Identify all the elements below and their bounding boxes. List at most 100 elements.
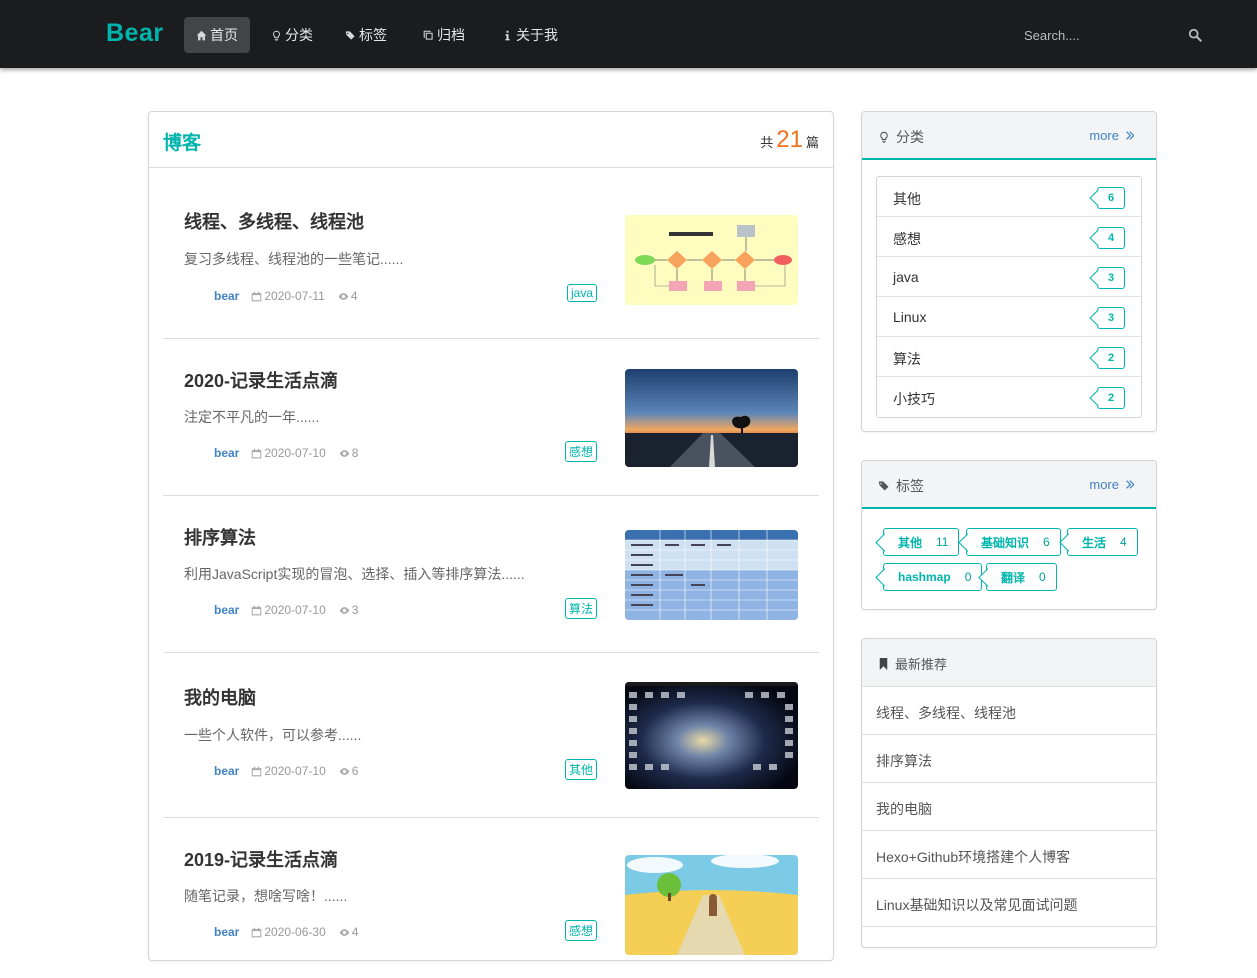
nav-home[interactable]: 首页	[184, 17, 250, 53]
tag-chip[interactable]: 其他 11	[883, 528, 960, 556]
post-item[interactable]: 线程、多线程、线程池 复习多线程、线程池的一些笔记...... bear 202…	[163, 168, 819, 339]
tag-name: 生活	[1082, 535, 1107, 550]
recommend-item[interactable]: Hexo+Github环境搭建个人博客	[862, 831, 1156, 879]
recommend-link[interactable]: Hexo+Github环境搭建个人博客	[876, 847, 1070, 867]
sorting-table-image	[625, 530, 798, 620]
recommend-item[interactable]: Linux基础知识以及常见面试问题	[862, 879, 1156, 927]
desktop-galaxy-image	[625, 682, 798, 789]
table-thumbnail[interactable]	[625, 530, 798, 620]
nav-archives[interactable]: 归档	[411, 17, 477, 53]
post-views-count: 4	[351, 925, 359, 939]
categories-header: 分类 more	[862, 112, 1156, 160]
category-list: 其他 6 感想 4 java 3 Linux 3 算法 2 小技巧 2	[876, 176, 1142, 418]
lightbulb-icon	[273, 30, 280, 41]
flowchart-image	[625, 215, 798, 305]
category-count: 4	[1097, 227, 1125, 249]
eye-icon	[339, 449, 350, 457]
cartoon-field-image	[625, 855, 798, 955]
category-count-text: 3	[1107, 312, 1115, 324]
post-author[interactable]: bear	[214, 603, 239, 617]
post-tag[interactable]: 感想	[564, 441, 597, 462]
more-label: more	[1089, 128, 1119, 143]
post-title[interactable]: 线程、多线程、线程池	[184, 208, 364, 234]
nav-tags[interactable]: 标签	[333, 17, 399, 53]
recommend-item[interactable]: 我的电脑	[862, 783, 1156, 831]
post-author[interactable]: bear	[214, 446, 239, 460]
post-tag[interactable]: java	[566, 284, 597, 302]
post-item[interactable]: 2019-记录生活点滴 随笔记录，想啥写啥！...... bear 2020-0…	[163, 818, 819, 978]
post-count: 共 21 篇	[760, 126, 819, 154]
nav-about-label: 关于我	[516, 27, 558, 43]
recommend-link[interactable]: Linux基础知识以及常见面试问题	[876, 895, 1077, 915]
post-views: 4	[339, 925, 359, 939]
category-name: 算法	[893, 351, 921, 367]
post-views-count: 4	[350, 289, 358, 303]
home-icon	[196, 30, 207, 40]
eye-icon	[339, 767, 350, 775]
category-item[interactable]: Linux 3	[877, 297, 1141, 337]
tag-chip[interactable]: 翻译 0	[986, 563, 1057, 591]
post-date: 2020-07-11	[251, 289, 325, 303]
clone-icon	[423, 30, 433, 40]
category-item[interactable]: 算法 2	[877, 337, 1141, 377]
double-chevron-right-icon	[1126, 480, 1134, 489]
post-author[interactable]: bear	[214, 289, 239, 303]
lightbulb-icon	[880, 131, 888, 143]
search-icon[interactable]	[1188, 28, 1202, 42]
categories-title-text: 分类	[896, 129, 924, 145]
recommend-header: 最新推荐	[862, 639, 1156, 687]
category-count-text: 4	[1107, 232, 1115, 244]
tags-more-link[interactable]: more	[1089, 477, 1134, 492]
tags-icon	[878, 481, 889, 491]
blog-list-card: 博客 共 21 篇 线程、多线程、线程池 复习多线程、线程池的一些笔记.....…	[148, 111, 834, 961]
category-count: 2	[1097, 347, 1125, 369]
post-title[interactable]: 2019-记录生活点滴	[184, 846, 338, 872]
category-item[interactable]: 其他 6	[877, 177, 1141, 217]
tag-chip[interactable]: hashmap 0	[883, 563, 983, 591]
post-title[interactable]: 2020-记录生活点滴	[184, 367, 338, 393]
tag-name: 翻译	[1001, 570, 1026, 585]
categories-title: 分类	[878, 127, 924, 147]
post-description: 注定不平凡的一年......	[184, 409, 320, 425]
post-tag[interactable]: 算法	[564, 598, 597, 619]
nav-about[interactable]: 关于我	[490, 17, 570, 53]
category-count-text: 3	[1107, 272, 1115, 284]
category-count-text: 6	[1107, 192, 1115, 204]
category-item[interactable]: 感想 4	[877, 217, 1141, 257]
post-tag[interactable]: 其他	[564, 759, 597, 780]
categories-more-link[interactable]: more	[1089, 128, 1134, 143]
post-author[interactable]: bear	[214, 925, 239, 939]
desktop-galaxy-thumbnail[interactable]	[625, 682, 798, 789]
category-item[interactable]: java 3	[877, 257, 1141, 297]
post-tag[interactable]: 感想	[564, 920, 597, 941]
post-item[interactable]: 排序算法 利用JavaScript实现的冒泡、选择、插入等排序算法...... …	[163, 496, 819, 653]
tag-chip[interactable]: 生活 4	[1067, 528, 1138, 556]
recommend-link[interactable]: 我的电脑	[876, 799, 932, 819]
search-input[interactable]	[1018, 24, 1178, 46]
tag-chip[interactable]: 基础知识 6	[966, 528, 1061, 556]
category-name: Linux	[893, 309, 927, 325]
sunset-road-thumbnail[interactable]	[625, 369, 798, 467]
nav-tags-label: 标签	[359, 27, 387, 43]
cartoon-field-thumbnail[interactable]	[625, 855, 798, 955]
post-date: 2020-07-10	[251, 764, 326, 778]
brand-logo[interactable]: Bear	[106, 19, 164, 48]
category-item[interactable]: 小技巧 2	[877, 377, 1141, 417]
flowchart-thumbnail[interactable]	[625, 215, 798, 305]
post-item[interactable]: 我的电脑 一些个人软件，可以参考...... bear 2020-07-10 6…	[163, 653, 819, 818]
calendar-icon	[252, 605, 262, 615]
post-title[interactable]: 排序算法	[184, 524, 256, 550]
more-label: more	[1089, 477, 1119, 492]
category-count: 2	[1097, 387, 1125, 409]
recommend-item[interactable]: 排序算法	[862, 735, 1156, 783]
recommend-item[interactable]: 线程、多线程、线程池	[862, 687, 1156, 735]
categories-card: 分类 more 其他 6 感想 4 java 3 Linux 3 算法 2 小技巧 2	[861, 111, 1157, 432]
post-title[interactable]: 我的电脑	[184, 684, 256, 710]
post-views: 4	[338, 289, 358, 303]
post-item[interactable]: 2020-记录生活点滴 注定不平凡的一年...... bear 2020-07-…	[163, 339, 819, 496]
nav-categories[interactable]: 分类	[259, 17, 325, 53]
recommend-link[interactable]: 排序算法	[876, 751, 932, 771]
category-count: 3	[1097, 307, 1125, 329]
post-author[interactable]: bear	[214, 764, 239, 778]
recommend-link[interactable]: 线程、多线程、线程池	[876, 703, 1016, 723]
